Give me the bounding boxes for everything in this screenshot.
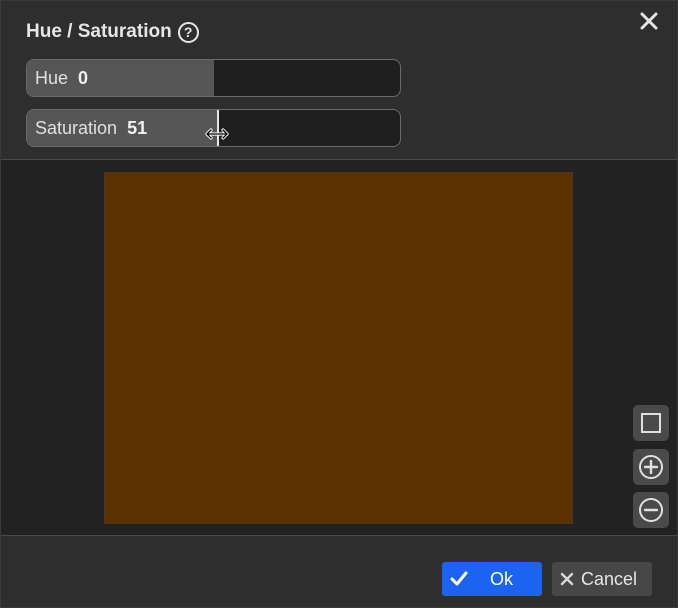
zoom-out-icon — [639, 498, 663, 522]
saturation-value: 51 — [127, 117, 148, 138]
hue-slider[interactable]: Hue 0 — [26, 59, 401, 97]
ok-label: Ok — [490, 568, 514, 589]
dialog-title: Hue / Saturation — [26, 21, 172, 42]
footer-divider — [1, 535, 677, 536]
close-icon[interactable] — [637, 9, 661, 33]
ok-button[interactable]: Ok — [442, 562, 542, 596]
zoom-in-icon — [639, 455, 663, 479]
cancel-button[interactable]: Cancel — [552, 562, 652, 596]
title-row: Hue / Saturation ? — [26, 21, 199, 43]
square-icon — [641, 413, 661, 433]
saturation-slider-label-group: Saturation 51 — [35, 110, 147, 146]
help-icon[interactable]: ? — [177, 21, 199, 43]
hue-value: 0 — [78, 67, 89, 88]
zoom-out-button[interactable] — [633, 492, 669, 528]
hue-saturation-dialog: Hue / Saturation ? Hue 0 Saturation 51 O… — [0, 0, 678, 608]
cancel-label: Cancel — [581, 568, 638, 589]
zoom-in-button[interactable] — [633, 449, 669, 485]
hue-label: Hue — [35, 67, 69, 88]
preview-area — [1, 160, 677, 535]
preview-image — [104, 172, 573, 524]
saturation-label: Saturation — [35, 117, 118, 138]
x-icon — [560, 572, 574, 586]
resize-cursor-icon — [205, 128, 229, 140]
hue-slider-label-group: Hue 0 — [35, 60, 88, 96]
checkmark-icon — [450, 571, 468, 586]
fit-to-view-button[interactable] — [633, 405, 669, 441]
